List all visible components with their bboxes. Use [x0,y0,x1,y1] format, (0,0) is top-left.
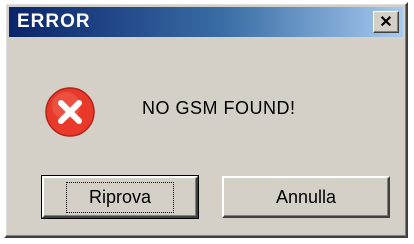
retry-button-label: Riprova [65,181,175,213]
cancel-button[interactable]: Annulla [222,176,390,218]
error-dialog: ERROR ✕ NO GSM FOUND! Riprova Annulla [4,2,408,238]
close-button[interactable]: ✕ [373,11,399,33]
close-icon: ✕ [379,14,393,31]
window-title: ERROR [17,11,91,32]
title-bar[interactable]: ERROR ✕ [9,7,403,37]
retry-button[interactable]: Riprova [41,175,199,219]
error-icon [45,87,95,137]
error-message: NO GSM FOUND! [142,98,296,118]
cancel-button-label: Annulla [275,186,337,207]
